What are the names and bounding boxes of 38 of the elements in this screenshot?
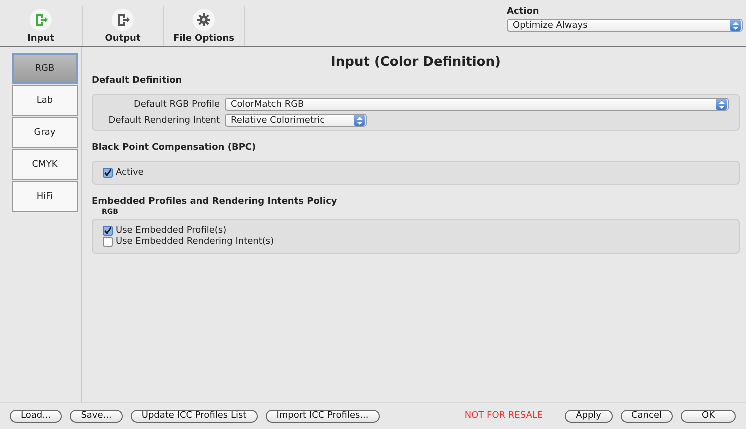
footer-button[interactable]: Import ICC Profiles... bbox=[266, 410, 380, 422]
profile-dropdown[interactable]: ColorMatch RGB bbox=[225, 98, 729, 111]
sidebar-tab[interactable]: RGB bbox=[12, 53, 78, 84]
page-title: Input (Color Definition) bbox=[330, 55, 502, 72]
dialog-button[interactable]: Cancel bbox=[620, 410, 673, 422]
checkbox-label: Active bbox=[116, 168, 144, 178]
section-heading: Black Point Compensation (BPC) bbox=[92, 143, 258, 153]
toolbar-item[interactable]: Output bbox=[83, 6, 164, 46]
stepper-icon bbox=[716, 99, 727, 110]
profile-dropdown[interactable]: Relative Colorimetric bbox=[225, 114, 367, 127]
footer-button[interactable]: Save... bbox=[70, 410, 123, 422]
stepper-icon bbox=[354, 115, 365, 126]
toolbar-item[interactable]: Input bbox=[0, 6, 83, 46]
field-label: Default RGB Profile bbox=[133, 100, 220, 110]
field-label: Default Rendering Intent bbox=[108, 116, 220, 126]
checkbox-label: Use Embedded Profile(s) bbox=[116, 226, 227, 236]
dialog-button[interactable]: OK bbox=[681, 410, 736, 422]
footer-button[interactable]: Update ICC Profiles List bbox=[130, 410, 258, 422]
section-heading: Default Definition bbox=[92, 76, 184, 86]
dialog-button[interactable]: Apply bbox=[565, 410, 612, 422]
checkbox[interactable] bbox=[103, 237, 113, 247]
exit-icon bbox=[116, 13, 130, 27]
resale-notice: NOT FOR RESALE bbox=[464, 411, 544, 421]
enter-icon bbox=[34, 13, 48, 27]
sidebar-tab[interactable]: CMYK bbox=[12, 149, 78, 180]
sidebar-tab[interactable]: Gray bbox=[12, 117, 78, 148]
settings-icon bbox=[197, 13, 211, 27]
footer-button[interactable]: Load... bbox=[10, 410, 62, 422]
checkbox[interactable] bbox=[103, 168, 113, 178]
stepper-icon bbox=[730, 20, 741, 31]
action-label: Action bbox=[507, 7, 540, 17]
sidebar-tab[interactable]: HiFi bbox=[12, 181, 78, 212]
checkbox-label: Use Embedded Rendering Intent(s) bbox=[116, 237, 274, 247]
checkbox[interactable] bbox=[103, 226, 113, 236]
sidebar-tab[interactable]: Lab bbox=[12, 85, 78, 116]
toolbar-item[interactable]: File Options bbox=[164, 6, 245, 46]
section-heading: Embedded Profiles and Rendering Intents Policy bbox=[92, 197, 338, 207]
action-dropdown[interactable]: Optimize Always bbox=[507, 19, 743, 32]
